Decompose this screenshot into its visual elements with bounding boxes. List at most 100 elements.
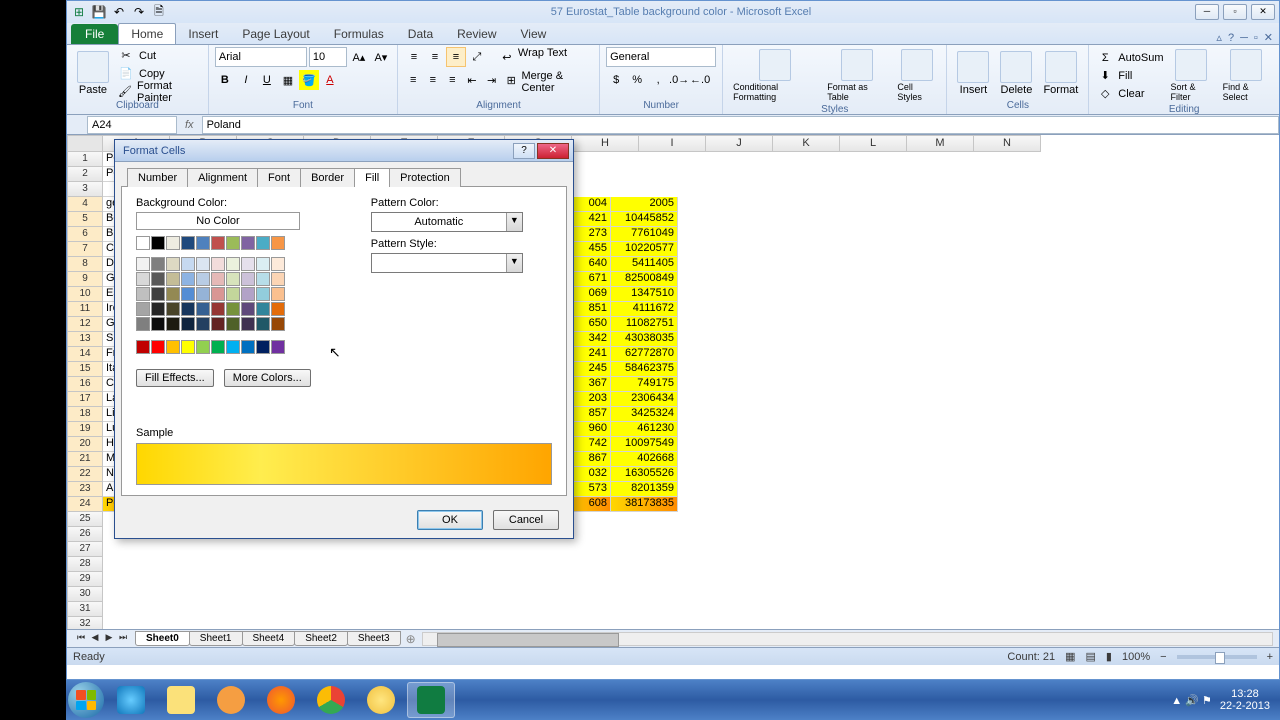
cell[interactable]: 38173835 bbox=[611, 497, 678, 512]
row-header[interactable]: 11 bbox=[67, 302, 103, 317]
format-table-button[interactable]: Format as Table bbox=[823, 47, 890, 104]
col-header[interactable]: K bbox=[773, 135, 840, 152]
color-swatch[interactable] bbox=[166, 257, 180, 271]
close-button[interactable]: ✕ bbox=[1251, 4, 1275, 20]
new-icon[interactable]: 🗎 bbox=[151, 4, 167, 20]
cell[interactable]: 2306434 bbox=[611, 392, 678, 407]
autosum-button[interactable]: ΣAutoSum bbox=[1095, 49, 1163, 66]
row-header[interactable]: 29 bbox=[67, 572, 103, 587]
color-swatch[interactable] bbox=[271, 302, 285, 316]
color-swatch[interactable] bbox=[151, 302, 165, 316]
row-header[interactable]: 10 bbox=[67, 287, 103, 302]
font-color-button[interactable]: A bbox=[320, 70, 340, 90]
row-header[interactable]: 25 bbox=[67, 512, 103, 527]
color-swatch[interactable] bbox=[211, 236, 225, 250]
ribbon-collapse[interactable]: ▵ ? ─ ▫ ✕ bbox=[1216, 31, 1279, 44]
cell[interactable]: 10220577 bbox=[611, 242, 678, 257]
color-swatch[interactable] bbox=[181, 302, 195, 316]
color-swatch[interactable] bbox=[196, 317, 210, 331]
row-header[interactable]: 26 bbox=[67, 527, 103, 542]
color-swatch[interactable] bbox=[271, 287, 285, 301]
cell[interactable]: 82500849 bbox=[611, 272, 678, 287]
indent-inc-button[interactable]: ⇥ bbox=[482, 70, 501, 90]
color-swatch[interactable] bbox=[136, 236, 150, 250]
row-header[interactable]: 31 bbox=[67, 602, 103, 617]
dialog-tab-fill[interactable]: Fill bbox=[354, 168, 390, 187]
cell[interactable]: 4111672 bbox=[611, 302, 678, 317]
dialog-close-button[interactable]: ✕ bbox=[537, 143, 569, 159]
col-header[interactable]: H bbox=[572, 135, 639, 152]
row-header[interactable]: 8 bbox=[67, 257, 103, 272]
percent-button[interactable]: % bbox=[627, 70, 647, 90]
cut-button[interactable]: ✂Cut bbox=[116, 47, 202, 64]
media-icon[interactable] bbox=[207, 682, 255, 718]
color-swatch[interactable] bbox=[226, 257, 240, 271]
color-swatch[interactable] bbox=[151, 340, 165, 354]
cell[interactable]: 10445852 bbox=[611, 212, 678, 227]
save-icon[interactable]: 💾 bbox=[91, 4, 107, 20]
row-header[interactable]: 23 bbox=[67, 482, 103, 497]
sheet-tab[interactable]: Sheet2 bbox=[294, 631, 348, 646]
zoom-out-button[interactable]: − bbox=[1160, 651, 1166, 663]
color-swatch[interactable] bbox=[256, 236, 270, 250]
undo-icon[interactable]: ↶ bbox=[111, 4, 127, 20]
col-header[interactable]: J bbox=[706, 135, 773, 152]
sheet-tab[interactable]: Sheet3 bbox=[347, 631, 401, 646]
firefox-icon[interactable] bbox=[257, 682, 305, 718]
row-header[interactable]: 12 bbox=[67, 317, 103, 332]
color-swatch[interactable] bbox=[181, 287, 195, 301]
color-swatch[interactable] bbox=[241, 236, 255, 250]
color-swatch[interactable] bbox=[241, 287, 255, 301]
cell[interactable]: 62772870 bbox=[611, 347, 678, 362]
color-swatch[interactable] bbox=[256, 302, 270, 316]
color-swatch[interactable] bbox=[181, 272, 195, 286]
color-swatch[interactable] bbox=[166, 340, 180, 354]
clear-button[interactable]: ◇Clear bbox=[1095, 85, 1163, 102]
indent-dec-button[interactable]: ⇤ bbox=[463, 70, 482, 90]
delete-button[interactable]: Delete bbox=[996, 49, 1036, 98]
color-swatch[interactable] bbox=[181, 257, 195, 271]
row-header[interactable]: 9 bbox=[67, 272, 103, 287]
dialog-help-button[interactable]: ? bbox=[513, 143, 535, 159]
more-colors-button[interactable]: More Colors... bbox=[224, 369, 311, 387]
col-header[interactable]: I bbox=[639, 135, 706, 152]
cell[interactable]: 749175 bbox=[611, 377, 678, 392]
zoom-in-button[interactable]: + bbox=[1267, 651, 1273, 663]
cell[interactable]: 2005 bbox=[611, 197, 678, 212]
name-box[interactable]: A24 bbox=[87, 116, 177, 134]
row-header[interactable]: 4 bbox=[67, 197, 103, 212]
cell[interactable]: 58462375 bbox=[611, 362, 678, 377]
row-header[interactable]: 3 bbox=[67, 182, 103, 197]
cond-format-button[interactable]: Conditional Formatting bbox=[729, 47, 820, 104]
tab-formulas[interactable]: Formulas bbox=[322, 24, 396, 44]
cell[interactable]: 10097549 bbox=[611, 437, 678, 452]
cell[interactable]: 16305526 bbox=[611, 467, 678, 482]
tab-review[interactable]: Review bbox=[445, 24, 508, 44]
formula-input[interactable]: Poland bbox=[202, 116, 1279, 134]
excel-task-icon[interactable] bbox=[407, 682, 455, 718]
color-swatch[interactable] bbox=[226, 340, 240, 354]
cell[interactable]: 402668 bbox=[611, 452, 678, 467]
cell[interactable]: 7761049 bbox=[611, 227, 678, 242]
color-swatch[interactable] bbox=[166, 302, 180, 316]
ribbon-min-icon[interactable]: ▵ bbox=[1216, 31, 1222, 44]
format-painter-button[interactable]: 🖌Format Painter bbox=[116, 83, 202, 100]
fx-icon[interactable]: fx bbox=[185, 119, 194, 131]
color-swatch[interactable] bbox=[211, 272, 225, 286]
color-swatch[interactable] bbox=[256, 272, 270, 286]
color-swatch[interactable] bbox=[256, 257, 270, 271]
sheet-tab[interactable]: Sheet0 bbox=[135, 631, 190, 646]
fill-button[interactable]: ⬇Fill bbox=[1095, 67, 1163, 84]
color-swatch[interactable] bbox=[181, 236, 195, 250]
grow-font-button[interactable]: A▴ bbox=[349, 47, 369, 67]
view-normal-icon[interactable]: ▦ bbox=[1065, 650, 1075, 663]
sort-filter-button[interactable]: Sort & Filter bbox=[1167, 47, 1216, 104]
fill-effects-button[interactable]: Fill Effects... bbox=[136, 369, 214, 387]
row-header[interactable]: 27 bbox=[67, 542, 103, 557]
orientation-button[interactable]: ⤢ bbox=[467, 47, 487, 67]
color-swatch[interactable] bbox=[211, 340, 225, 354]
number-format-combo[interactable]: General bbox=[606, 47, 716, 67]
italic-button[interactable]: I bbox=[236, 70, 256, 90]
color-swatch[interactable] bbox=[136, 272, 150, 286]
tab-page-layout[interactable]: Page Layout bbox=[230, 24, 321, 44]
